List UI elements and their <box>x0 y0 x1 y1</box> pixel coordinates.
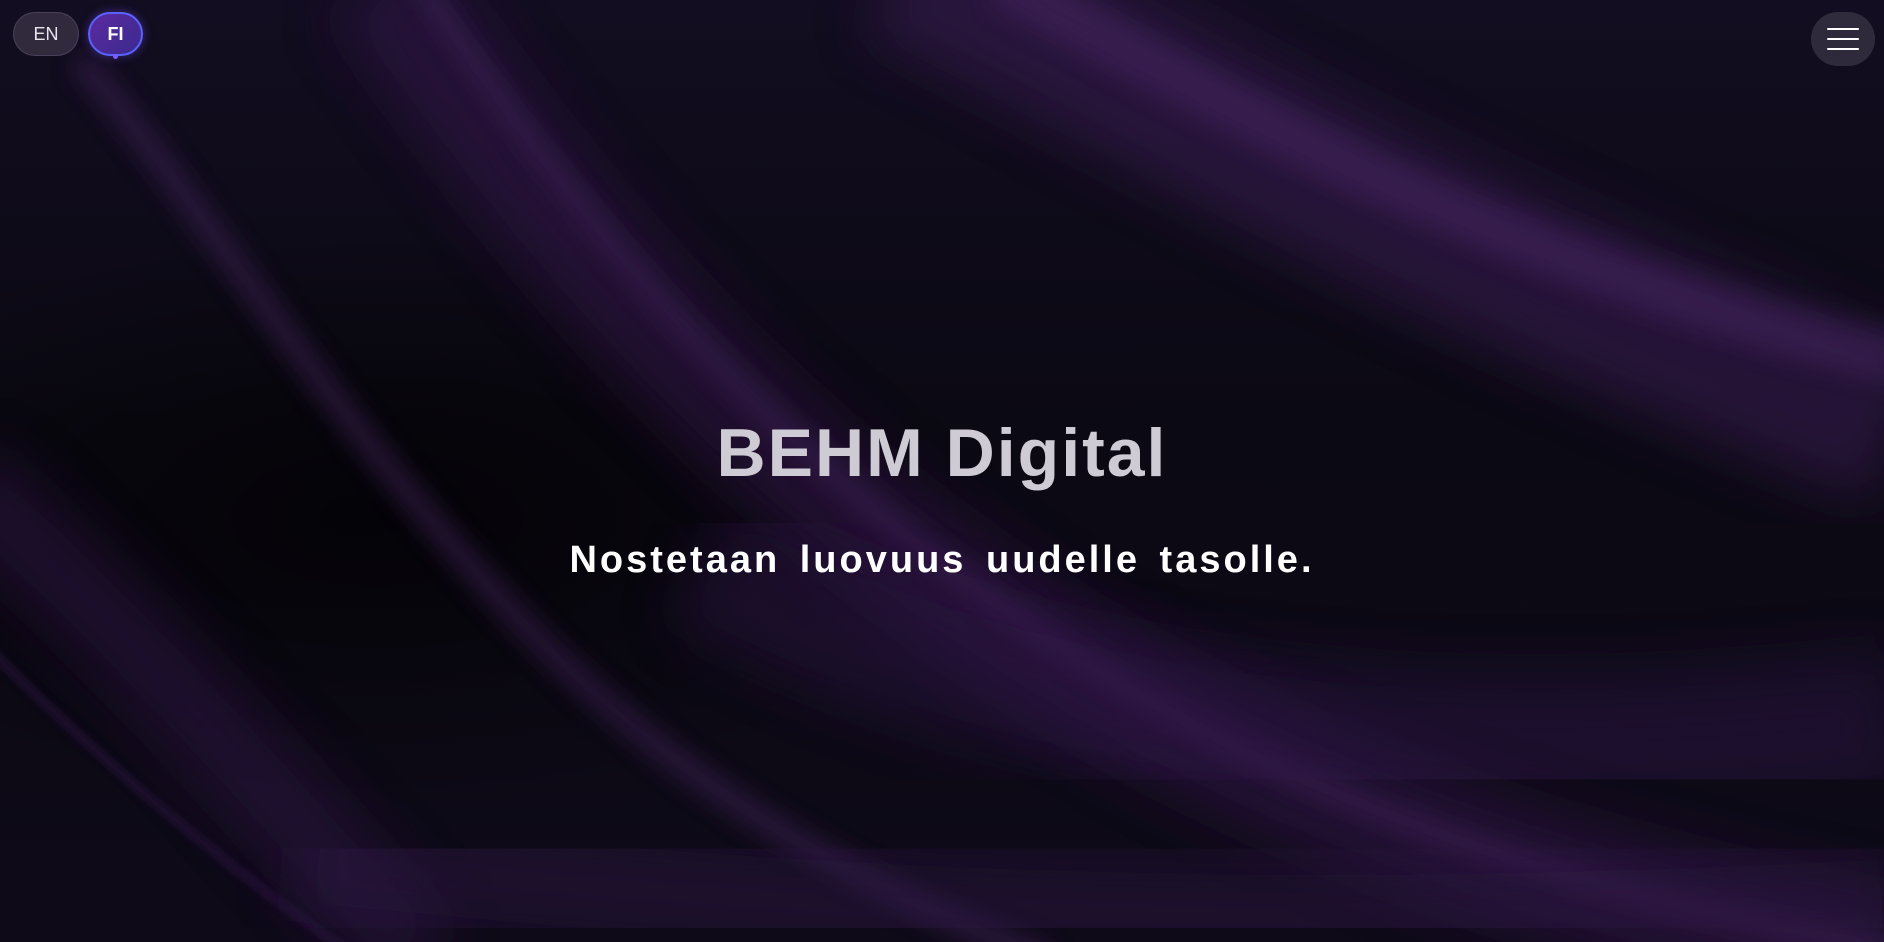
hero-section: EN FI BEHM Digital Nostetaan luovuus uud… <box>0 0 1884 942</box>
hero-tagline: Nostetaan luovuus uudelle tasolle. <box>569 539 1315 581</box>
hero-content: BEHM Digital Nostetaan luovuus uudelle t… <box>0 0 1884 942</box>
hero-title: BEHM Digital <box>716 415 1168 491</box>
